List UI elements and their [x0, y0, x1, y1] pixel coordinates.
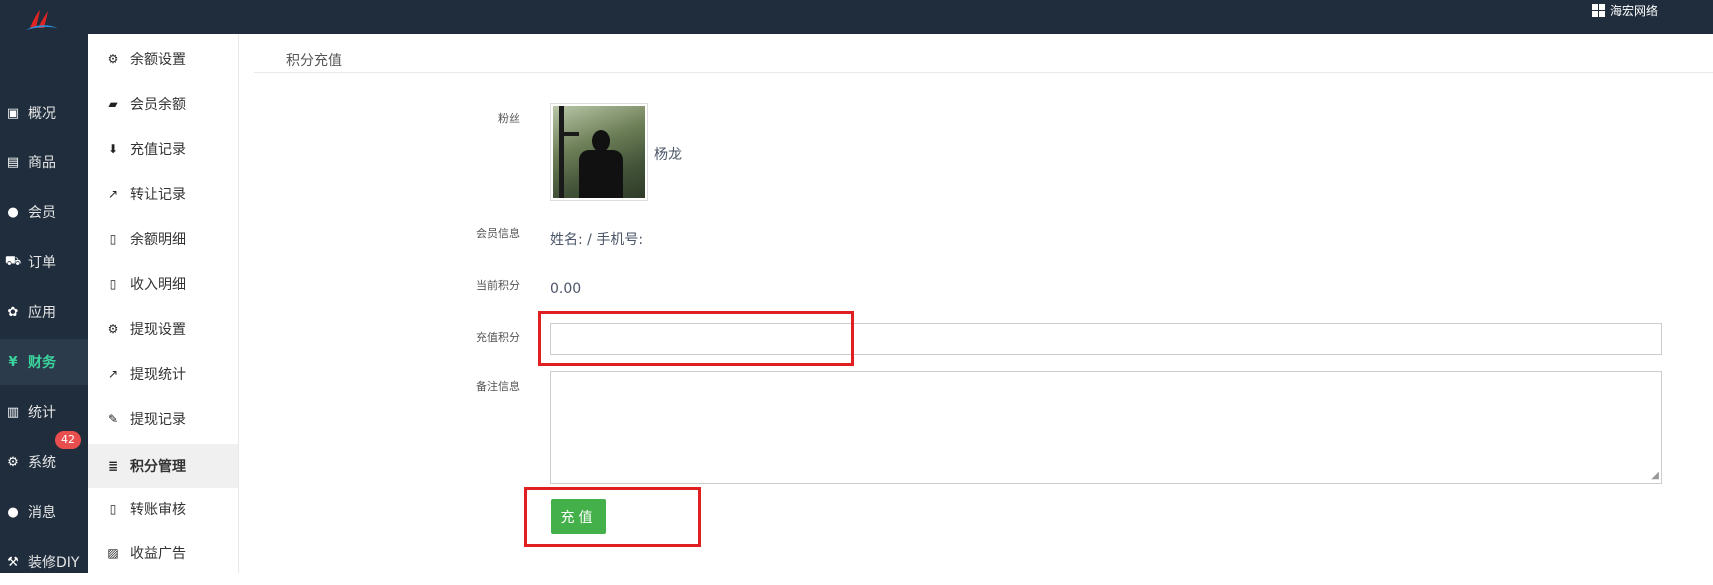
subnav-item-withdraw-records[interactable]: ✎ 提现记录 [88, 397, 238, 441]
external-link-icon: ↗ [107, 187, 119, 201]
subnav-item-withdraw-settings[interactable]: ⚙ 提现设置 [88, 307, 238, 351]
brand-label: 海宏网络 [1609, 4, 1658, 18]
subnav-item-income-ads[interactable]: ▨ 收益广告 [88, 531, 238, 575]
line-chart-icon: ↗ [107, 367, 119, 381]
nav-label: 系统 [28, 455, 56, 471]
nav-label: 财务 [28, 355, 56, 371]
remark-textarea[interactable]: ◢ [550, 371, 1662, 484]
pencil-icon: ✎ [107, 412, 119, 426]
comment-icon: ● [7, 504, 19, 520]
current-points-label: 当前积分 [476, 279, 520, 292]
primary-sidebar: ▣ 概况 ▤ 商品 ● 会员 ⛟ 订单 ✿ 应用 ¥ 财务 ▥ 统计 ⚙ 系统 ● 消息 ⚒ 装修D… [0, 34, 88, 573]
remark-label: 备注信息 [476, 380, 520, 393]
nav-item-members[interactable]: ● 会员 [0, 189, 88, 235]
recharge-points-label: 充值积分 [476, 331, 520, 344]
subnav-label: 余额设置 [130, 52, 186, 68]
users-icon: ● [7, 204, 19, 220]
subnav-label: 转账审核 [130, 502, 186, 518]
subnav-label: 提现统计 [130, 367, 186, 383]
subnav-label: 会员余额 [130, 97, 186, 113]
subnav-label: 充值记录 [130, 142, 186, 158]
current-points-value: 0.00 [550, 281, 582, 297]
yen-icon: ¥ [8, 354, 18, 370]
nav-item-products[interactable]: ▤ 商品 [0, 139, 88, 185]
nav-item-statistics[interactable]: ▥ 统计 [0, 389, 88, 435]
top-bar: 海宏网络 [0, 0, 1713, 34]
page-title: 积分充值 [286, 53, 342, 69]
subnav-item-withdraw-stats[interactable]: ↗ 提现统计 [88, 352, 238, 396]
avatar-detail [592, 130, 610, 152]
subnav-label: 提现设置 [130, 322, 186, 338]
nav-item-orders[interactable]: ⛟ 订单 [0, 239, 88, 285]
nav-label: 装修DIY [28, 555, 80, 571]
gavel-icon: ⚒ [7, 554, 19, 570]
subnav-label: 收入明细 [130, 277, 186, 293]
nav-label: 概况 [28, 106, 56, 122]
nav-label: 商品 [28, 155, 56, 171]
subnav-item-income-details[interactable]: ▯ 收入明细 [88, 262, 238, 306]
gear-icon: ⚙ [107, 52, 119, 66]
highlight-box-input [538, 311, 854, 366]
subnav-item-transfer-review[interactable]: ▯ 转账审核 [88, 487, 238, 531]
finance-subnav: ⚙ 余额设置 ▰ 会员余额 ⬇ 充值记录 ↗ 转让记录 ▯ 余额明细 ▯ 收入明细 ⚙ 提现设… [88, 34, 239, 573]
apps-icon: ✿ [7, 304, 19, 320]
subnav-label: 收益广告 [130, 546, 186, 562]
grid-icon [1591, 4, 1605, 17]
box-icon: ▤ [6, 154, 20, 170]
subnav-item-recharge-records[interactable]: ⬇ 充值记录 [88, 127, 238, 171]
member-info-value: 姓名: / 手机号: [550, 232, 644, 248]
subnav-item-points-management[interactable]: ≣ 积分管理 [88, 444, 238, 488]
fan-name: 杨龙 [654, 147, 682, 163]
avatar-image [553, 106, 645, 198]
subnav-item-balance-details[interactable]: ▯ 余额明细 [88, 217, 238, 261]
image-icon: ▨ [107, 546, 119, 560]
avatar [550, 103, 648, 201]
subnav-label: 余额明细 [130, 232, 186, 248]
database-icon: ≣ [107, 459, 119, 473]
file-icon: ▯ [109, 502, 117, 516]
resize-handle-icon[interactable]: ◢ [1651, 470, 1659, 481]
nav-item-messages[interactable]: ● 消息 [0, 489, 88, 535]
subnav-label: 积分管理 [130, 459, 186, 475]
subnav-label: 提现记录 [130, 412, 186, 428]
subnav-item-member-balance[interactable]: ▰ 会员余额 [88, 82, 238, 126]
book-icon: ▰ [108, 97, 118, 111]
file-icon: ▯ [109, 277, 117, 291]
avatar-detail [579, 150, 623, 198]
highlight-box-button [524, 487, 701, 547]
avatar-detail [559, 132, 579, 136]
nav-item-finance[interactable]: ¥ 财务 [0, 339, 88, 385]
nav-item-apps[interactable]: ✿ 应用 [0, 289, 88, 335]
nav-label: 统计 [28, 405, 56, 421]
fan-label: 粉丝 [498, 112, 520, 125]
logo-icon[interactable] [24, 8, 60, 32]
member-info-label: 会员信息 [476, 227, 520, 240]
nav-item-diy[interactable]: ⚒ 装修DIY [0, 539, 88, 585]
message-count-badge: 42 [55, 431, 81, 449]
bar-chart-icon: ▥ [6, 404, 20, 420]
file-icon: ▯ [109, 232, 117, 246]
download-icon: ⬇ [107, 142, 119, 156]
subnav-item-balance-settings[interactable]: ⚙ 余额设置 [88, 37, 238, 81]
nav-label: 消息 [28, 505, 56, 521]
gears-icon: ⚙ [7, 454, 19, 470]
title-divider [254, 72, 1713, 73]
subnav-label: 转让记录 [130, 187, 186, 203]
nav-label: 订单 [28, 255, 56, 271]
dashboard-icon: ▣ [6, 105, 20, 121]
brand-menu[interactable]: 海宏网络 [1591, 2, 1658, 19]
subnav-item-transfer-records[interactable]: ↗ 转让记录 [88, 172, 238, 216]
nav-label: 会员 [28, 205, 56, 221]
cart-icon: ⛟ [4, 253, 22, 269]
nav-label: 应用 [28, 305, 56, 321]
gear-icon: ⚙ [107, 322, 119, 336]
nav-item-overview[interactable]: ▣ 概况 [0, 90, 88, 136]
avatar-detail [559, 106, 564, 198]
